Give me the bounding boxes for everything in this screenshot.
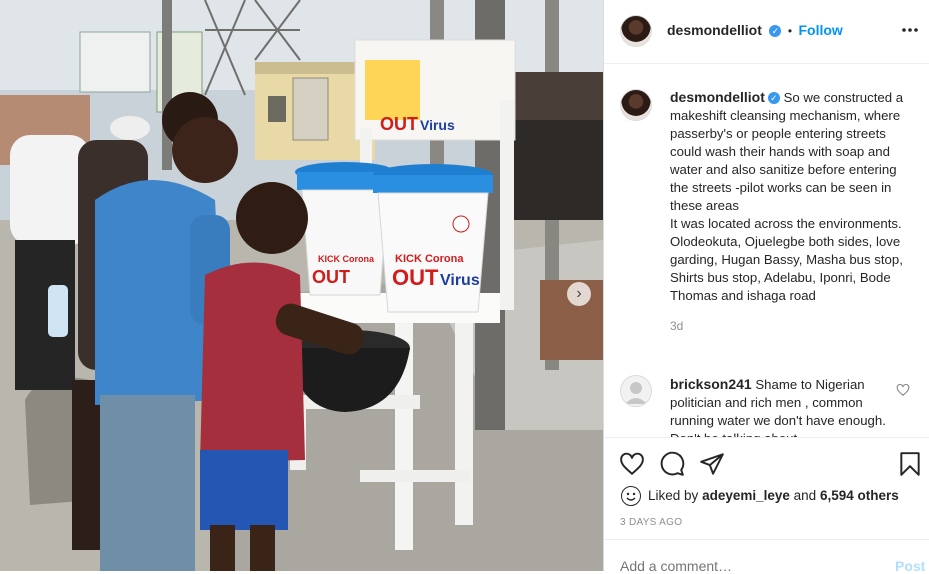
comment-username[interactable]: brickson241 (670, 376, 752, 392)
svg-text:Virus: Virus (440, 272, 480, 289)
more-horizontal-icon (902, 28, 918, 32)
more-options-button[interactable] (900, 20, 920, 40)
smiley-avatar-icon (626, 492, 636, 501)
save-button[interactable] (897, 451, 923, 477)
likes-summary: Liked by adeyemi_leye and 6,594 others (648, 488, 899, 503)
liker-username[interactable]: adeyemi_leye (702, 488, 790, 503)
svg-text:Virus: Virus (420, 117, 455, 133)
liker-avatar[interactable] (621, 486, 641, 506)
caption-text: So we constructed a makeshift cleansing … (670, 90, 904, 303)
post-timestamp[interactable]: 3 DAYS AGO (620, 517, 682, 528)
share-button[interactable] (699, 451, 725, 477)
comment-icon (660, 451, 685, 476)
likes-and: and (793, 488, 817, 503)
verified-badge-icon: ✓ (769, 25, 782, 37)
commenter-avatar[interactable] (620, 375, 652, 407)
header-separator: • (787, 24, 793, 38)
follow-button[interactable]: Follow (798, 22, 842, 38)
author-username[interactable]: desmondelliot (667, 22, 762, 38)
likes-count[interactable]: 6,594 others (820, 488, 899, 503)
post-caption: desmondelliot ✓ So we constructed a makes… (670, 88, 915, 335)
post-comment-button[interactable]: Post (895, 558, 925, 574)
verified-badge-icon: ✓ (767, 92, 780, 104)
next-photo-button[interactable]: › (567, 282, 591, 306)
svg-text:OUT: OUT (392, 265, 439, 290)
post-side-panel: desmondelliot ✓ • Follow desmondelliot ✓ … (603, 0, 929, 574)
svg-text:KICK Corona: KICK Corona (318, 254, 375, 264)
svg-text:OUT: OUT (312, 267, 350, 287)
author-avatar[interactable] (620, 15, 652, 47)
add-comment-bar: Post (604, 539, 929, 574)
comment-item: brickson241 Shame to Nigerian politician… (670, 375, 895, 437)
heart-outline-icon (896, 383, 910, 397)
like-button[interactable] (619, 451, 645, 477)
default-avatar-icon (625, 382, 647, 404)
send-icon (700, 453, 724, 475)
caption-username[interactable]: desmondelliot (670, 89, 765, 105)
caption-avatar[interactable] (620, 89, 652, 121)
likes-prefix: Liked by (648, 488, 699, 503)
post-photo[interactable]: OUT Virus KICK Corona OUT Virus KICK Cor… (0, 0, 603, 571)
svg-text:KICK Corona: KICK Corona (395, 253, 464, 265)
comment-input[interactable] (620, 558, 850, 574)
caption-time[interactable]: 3d (670, 317, 915, 335)
post-header: desmondelliot ✓ • Follow (604, 0, 929, 64)
comment-button[interactable] (659, 451, 685, 477)
comment-like-button[interactable] (896, 383, 910, 397)
chevron-right-icon: › (576, 285, 582, 302)
heart-icon (620, 452, 644, 476)
banner-out-text: OUT (380, 114, 418, 134)
post-photo-scene: OUT Virus KICK Corona OUT Virus KICK Cor… (0, 0, 603, 571)
bookmark-icon (900, 452, 920, 476)
